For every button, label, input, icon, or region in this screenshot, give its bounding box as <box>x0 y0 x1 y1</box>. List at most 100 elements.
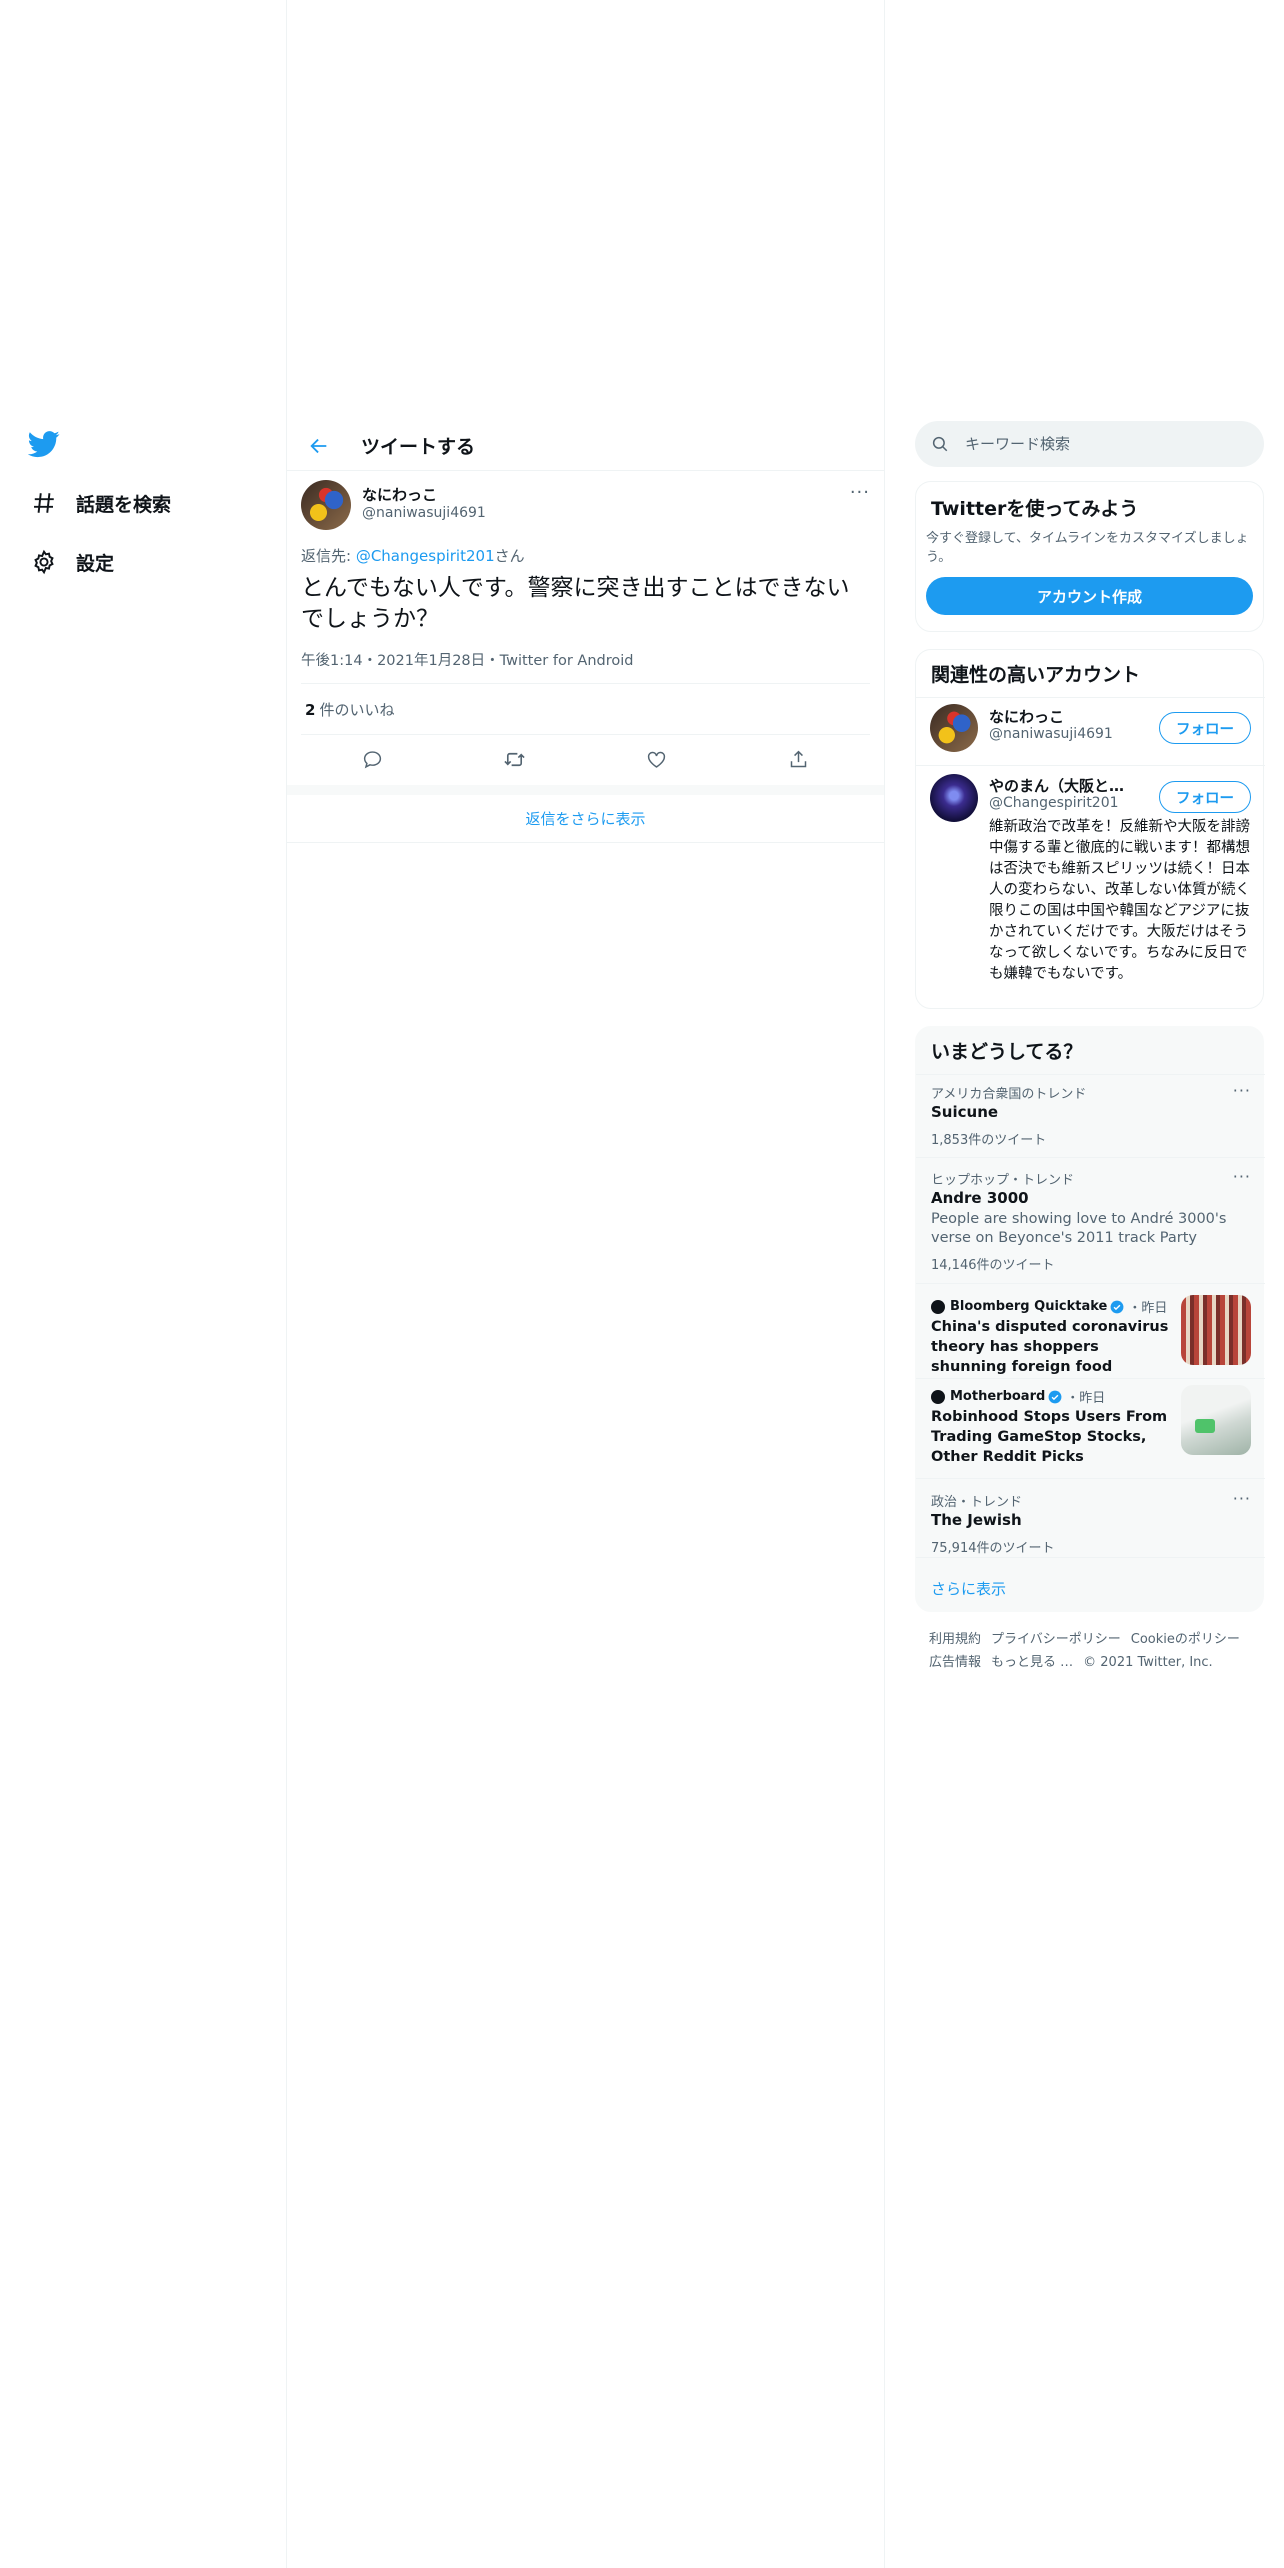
trends-card: いまどうしてる？ アメリカ合衆国のトレンド ··· Suicune 1,853件… <box>915 1026 1265 1612</box>
arrow-left-icon <box>310 438 327 453</box>
trend-item[interactable]: アメリカ合衆国のトレンド ··· Suicune 1,853件のツイート <box>916 1081 1265 1161</box>
follow-button[interactable]: フォロー <box>1159 781 1251 813</box>
news-thumbnail <box>1181 1385 1251 1455</box>
reply-to-line: 返信先: @Changespirit201さん <box>301 545 525 566</box>
divider <box>916 1478 1265 1479</box>
divider <box>301 683 870 684</box>
create-account-button[interactable]: アカウント作成 <box>926 577 1253 615</box>
nav-settings[interactable]: 設定 <box>28 540 114 584</box>
share-button[interactable] <box>782 742 816 776</box>
left-nav: 話題を検索 設定 <box>0 0 286 2568</box>
tweet-meta: 午後1:14・2021年1月28日・Twitter for Android <box>301 649 633 670</box>
like-count: 2 <box>305 701 316 719</box>
avatar[interactable] <box>930 704 978 752</box>
more-options-icon[interactable]: ··· <box>850 482 870 503</box>
account-name[interactable]: やのまん（大阪と維... <box>989 775 1139 796</box>
trend-context: アメリカ合衆国のトレンド <box>931 1087 1087 1102</box>
page-header: ツイートする <box>287 421 884 471</box>
reply-button[interactable] <box>355 742 389 776</box>
divider <box>916 1557 1265 1558</box>
news-item[interactable]: Bloomberg Quicktake ・昨日 China's disputed… <box>916 1295 1265 1375</box>
news-source: Motherboard ・昨日 <box>931 1387 1105 1406</box>
news-source-name: Motherboard <box>950 1389 1046 1404</box>
trend-name: Suicune <box>931 1103 999 1121</box>
trends-title: いまどうしてる？ <box>931 1041 1083 1063</box>
tweet-date[interactable]: 2021年1月28日 <box>377 653 485 669</box>
show-more-replies-link[interactable]: 返信をさらに表示 <box>287 795 884 843</box>
hashtag-icon <box>28 487 60 519</box>
nav-settings-label: 設定 <box>76 552 115 575</box>
gear-icon <box>28 546 60 578</box>
tweet-actions <box>301 740 870 778</box>
author-handle[interactable]: @naniwasuji4691 <box>362 505 486 521</box>
avatar[interactable] <box>930 774 978 822</box>
search-input[interactable] <box>965 435 1245 453</box>
account-handle[interactable]: @naniwasuji4691 <box>989 726 1113 742</box>
news-headline: Robinhood Stops Users From Trading GameS… <box>931 1409 1168 1465</box>
page-title: ツイートする <box>361 436 476 458</box>
reply-prefix: 返信先: <box>301 547 356 565</box>
reply-mention-link[interactable]: @Changespirit201 <box>356 547 495 565</box>
trend-context: ヒップホップ・トレンド <box>931 1173 1075 1188</box>
trend-name: The Jewish <box>931 1511 1022 1529</box>
likes-stat[interactable]: 2 件のいいね <box>305 699 394 720</box>
back-button[interactable] <box>301 428 337 464</box>
like-button[interactable] <box>640 742 674 776</box>
news-thumbnail <box>1181 1295 1251 1365</box>
signup-card: Twitterを使ってみよう 今すぐ登録して、タイムラインをカスタマイズしましょ… <box>915 481 1264 632</box>
footer-link-cookies[interactable]: Cookieのポリシー <box>1131 1632 1240 1647</box>
divider <box>916 697 1265 698</box>
divider <box>301 734 870 735</box>
trend-more-icon[interactable]: ··· <box>1233 1489 1251 1508</box>
news-item[interactable]: Motherboard ・昨日 Robinhood Stops Users Fr… <box>916 1385 1265 1475</box>
verified-badge-icon <box>1110 1300 1124 1313</box>
bloomberg-logo-icon <box>931 1299 945 1314</box>
trends-show-more-link[interactable]: さらに表示 <box>931 1578 1006 1599</box>
author-avatar[interactable] <box>301 480 351 530</box>
divider <box>916 765 1265 766</box>
relevant-accounts-card: 関連性の高いアカウント なにわっこ @naniwasuji4691 フォロー や… <box>915 649 1265 1009</box>
retweet-button[interactable] <box>497 742 531 776</box>
tweet-time[interactable]: 午後1:14 <box>301 653 363 669</box>
reply-icon <box>363 750 381 768</box>
follow-button[interactable]: フォロー <box>1159 712 1251 744</box>
trend-count: 1,853件のツイート <box>931 1133 1047 1148</box>
trend-item[interactable]: ヒップホップ・トレンド ··· Andre 3000 People are sh… <box>916 1167 1265 1287</box>
retweet-icon <box>504 752 525 766</box>
tweet-source[interactable]: Twitter for Android <box>500 653 634 669</box>
meta-separator: ・ <box>362 653 378 669</box>
news-headline: China's disputed coronavirus theory has … <box>931 1319 1169 1375</box>
search-box[interactable] <box>915 421 1264 467</box>
author-name[interactable]: なにわっこ <box>362 484 437 505</box>
app-icon <box>1195 1419 1215 1433</box>
motherboard-logo-icon <box>931 1389 945 1404</box>
footer-link-privacy[interactable]: プライバシーポリシー <box>991 1632 1121 1647</box>
tweet-column: ツイートする なにわっこ @naniwasuji4691 ··· 返信先: @C… <box>286 0 885 2568</box>
account-name[interactable]: なにわっこ <box>989 706 1139 727</box>
trend-more-icon[interactable]: ··· <box>1233 1081 1251 1100</box>
signup-title: Twitterを使ってみよう <box>931 498 1139 520</box>
news-source-name: Bloomberg Quicktake <box>950 1299 1108 1314</box>
footer-copyright: © 2021 Twitter, Inc. <box>1083 1655 1213 1670</box>
footer-link-terms[interactable]: 利用規約 <box>929 1632 981 1647</box>
like-label: 件のいいね <box>319 701 395 719</box>
footer-link-ads[interactable]: 広告情報 <box>929 1655 981 1670</box>
account-handle[interactable]: @Changespirit201 <box>989 795 1119 811</box>
verified-badge-icon <box>1048 1390 1062 1403</box>
search-icon <box>931 434 951 454</box>
trend-count: 75,914件のツイート <box>931 1541 1055 1556</box>
footer-link-more[interactable]: もっと見る … <box>991 1655 1073 1670</box>
tweet-text: とんでもない人です。警察に突き出すことはできないでしょうか？ <box>301 575 850 632</box>
reply-suffix: さん <box>494 547 525 565</box>
nav-explore[interactable]: 話題を検索 <box>28 481 171 525</box>
trend-name: Andre 3000 <box>931 1189 1029 1207</box>
divider <box>916 1157 1265 1158</box>
divider <box>916 1378 1265 1379</box>
section-spacer <box>287 785 884 795</box>
trend-more-icon[interactable]: ··· <box>1233 1167 1251 1186</box>
trend-item[interactable]: 政治・トレンド ··· The Jewish 75,914件のツイート <box>916 1489 1265 1559</box>
twitter-logo-icon[interactable] <box>27 428 62 462</box>
relevant-accounts-title: 関連性の高いアカウント <box>931 664 1141 686</box>
news-time: ・昨日 <box>1128 1301 1168 1316</box>
divider <box>916 1283 1265 1284</box>
